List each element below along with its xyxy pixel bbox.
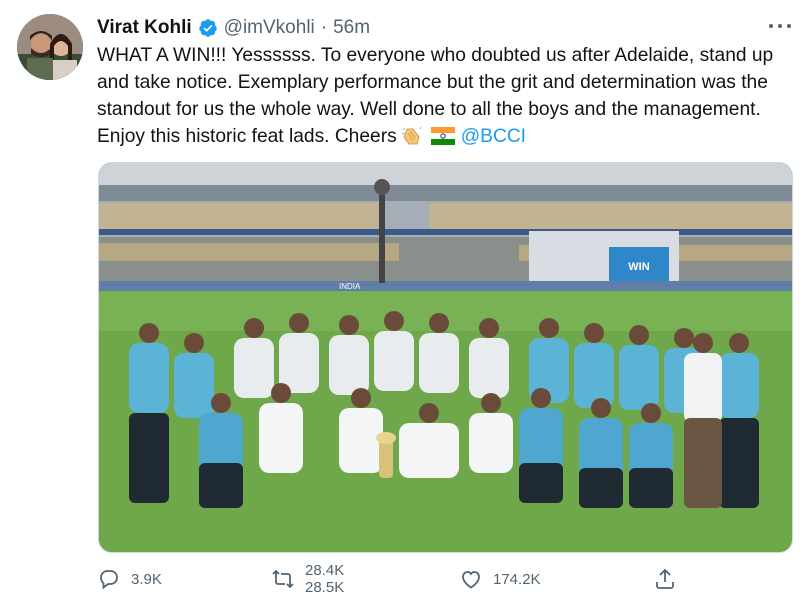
- tweet-header: Virat Kohli @imVkohli · 56m: [97, 16, 370, 40]
- tweet-actions: 3.9K 28.4K 28.5K 174.2K: [97, 562, 697, 596]
- retweet-icon: [272, 569, 294, 589]
- author-avatar[interactable]: [17, 14, 83, 80]
- heart-icon: [462, 571, 480, 589]
- boundary-board-text: INDIA: [339, 282, 361, 291]
- clapping-hands-icon: [401, 126, 423, 146]
- author-name[interactable]: Virat Kohli: [97, 17, 192, 39]
- india-flag-icon: [430, 126, 455, 145]
- tweet-photo[interactable]: WIN INDIA: [98, 162, 793, 553]
- share-button[interactable]: [653, 562, 677, 596]
- mention-link[interactable]: @BCCI: [461, 126, 526, 147]
- reply-count: 3.9K: [131, 570, 162, 588]
- author-handle[interactable]: @imVkohli: [224, 17, 315, 39]
- tweet-timestamp[interactable]: 56m: [333, 17, 370, 39]
- verified-badge-icon: [198, 18, 218, 38]
- like-button[interactable]: 174.2K: [459, 562, 541, 596]
- retweet-button[interactable]: 28.4K 28.5K: [271, 562, 344, 596]
- big-screen-text: WIN: [628, 261, 649, 273]
- avatar-photo: [17, 14, 83, 80]
- reply-icon: [100, 570, 118, 590]
- share-icon: [656, 568, 674, 589]
- reply-button[interactable]: 3.9K: [97, 562, 162, 596]
- more-options-icon[interactable]: [766, 16, 794, 36]
- team-photo-illustration: WIN INDIA: [99, 163, 792, 552]
- retweet-count-next: 28.5K: [305, 579, 345, 596]
- retweet-count: 28.4K: [305, 562, 345, 579]
- header-separator: ·: [320, 17, 328, 38]
- like-count: 174.2K: [493, 570, 541, 588]
- tweet-text: WHAT A WIN!!! Yessssss. To everyone who …: [97, 42, 787, 150]
